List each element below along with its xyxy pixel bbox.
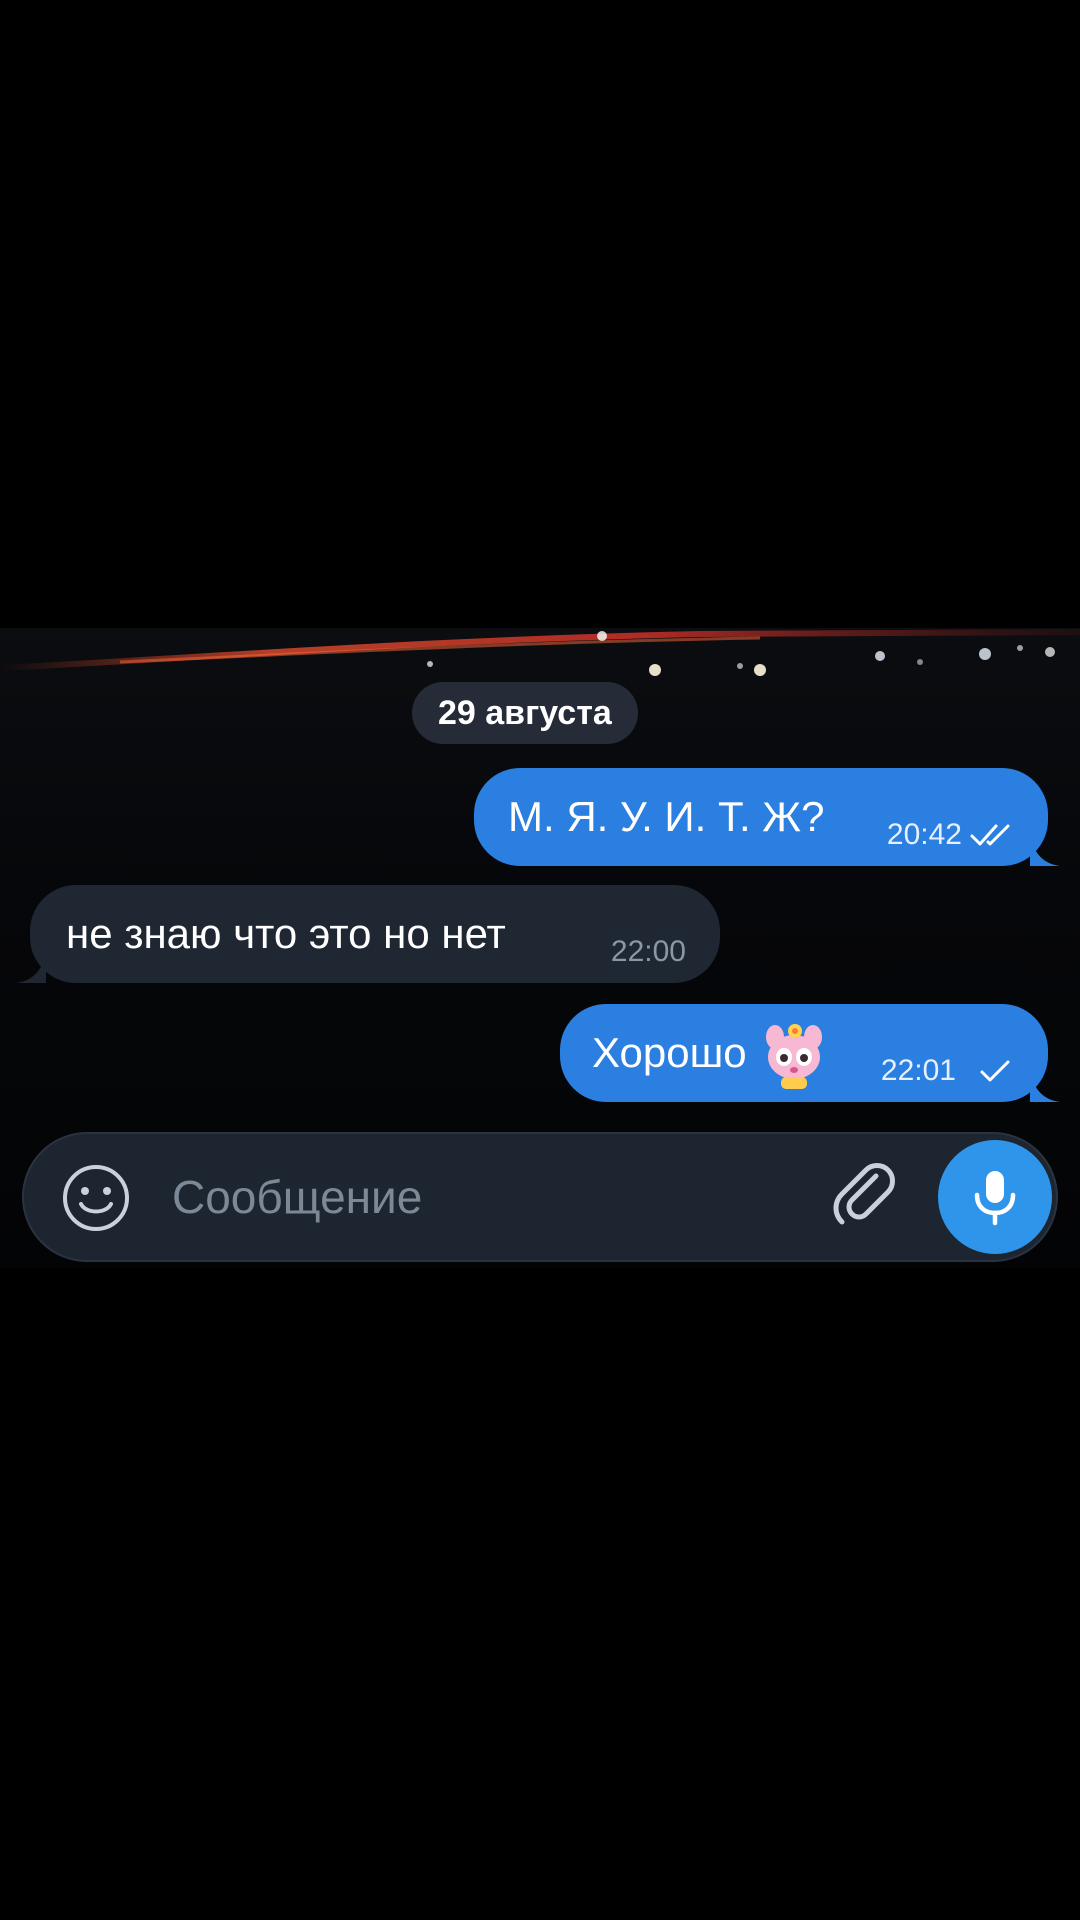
- message-incoming[interactable]: не знаю что это но нет 22:00: [16, 885, 720, 983]
- double-check-icon: [970, 824, 1010, 846]
- message-outgoing[interactable]: Хорошо 22:01: [560, 1004, 1060, 1102]
- message-composer: Сообщение: [22, 1132, 1058, 1262]
- bubble-tail: [16, 953, 46, 983]
- message-meta: 22:01: [881, 1054, 1016, 1088]
- bubble-tail: [1030, 836, 1060, 866]
- message-time: 22:00: [610, 935, 686, 968]
- message-time: 20:42: [886, 818, 962, 851]
- message-input[interactable]: Сообщение: [172, 1134, 422, 1260]
- check-icon: [980, 1060, 1010, 1082]
- pink-bunny-sticker-icon: [765, 1024, 822, 1089]
- bubble-tail: [1030, 1072, 1060, 1102]
- message-meta: 20:42: [887, 818, 1016, 852]
- message-text: М. Я. У. И. Т. Ж?: [508, 793, 825, 840]
- voice-record-button[interactable]: [938, 1140, 1052, 1254]
- microphone-icon: [974, 1171, 1016, 1226]
- background-city-lights: [0, 629, 1080, 676]
- smiley-icon[interactable]: [60, 1162, 132, 1234]
- message-meta: 22:00: [611, 935, 686, 969]
- date-separator: 29 августа: [412, 682, 638, 744]
- message-text: Хорошо: [592, 1029, 747, 1076]
- message-outgoing[interactable]: М. Я. У. И. Т. Ж? 20:42: [474, 768, 1060, 866]
- message-text: не знаю что это но нет: [66, 910, 506, 957]
- message-time: 22:01: [880, 1054, 956, 1087]
- paperclip-icon[interactable]: [828, 1158, 904, 1234]
